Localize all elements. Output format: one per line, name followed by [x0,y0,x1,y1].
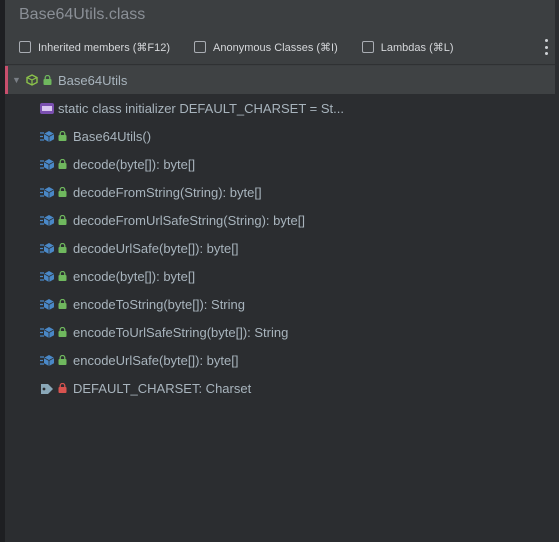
field-icon [41,383,53,394]
class-icon [26,74,38,86]
more-options-icon[interactable] [543,39,549,55]
tree-item-label: Base64Utils() [73,128,152,144]
inherited-members-checkbox[interactable] [19,41,31,53]
tree-item-label: encodeToString(byte[]): String [73,296,245,312]
tree-item-label: static class initializer DEFAULT_CHARSET… [58,100,344,116]
tree-item-label: DEFAULT_CHARSET: Charset [73,380,252,396]
method-icon [40,270,55,282]
lock-icon [58,215,67,225]
method-icon [40,242,55,254]
tree-item[interactable]: encodeToUrlSafeString(byte[]): String [5,318,555,346]
anonymous-classes-checkbox[interactable] [194,41,207,53]
tree-item-label: decode(byte[]): byte[] [73,156,196,172]
tree-item-label: decodeUrlSafe(byte[]): byte[] [73,240,239,256]
tree-item[interactable]: encodeToString(byte[]): String [5,290,555,318]
tree-item-label: decodeFromString(String): byte[] [73,184,262,200]
lock-icon [58,299,67,309]
static-initializer-icon [40,102,54,114]
popup-title-bar[interactable]: Base64Utils.class [5,0,555,30]
tree-item[interactable]: decodeUrlSafe(byte[]): byte[] [5,234,555,262]
filter-label: Anonymous Classes (⌘I) [213,41,338,54]
file-structure-popup: Base64Utils.class Inherited members (⌘F1… [4,0,555,542]
tree-item[interactable]: DEFAULT_CHARSET: Charset [5,374,555,402]
tree-item[interactable]: Base64Utils() [5,122,555,150]
tree-item[interactable]: decode(byte[]): byte[] [5,150,555,178]
lock-icon [58,355,67,365]
method-icon [40,186,55,198]
tree-item[interactable]: encodeUrlSafe(byte[]): byte[] [5,346,555,374]
lambdas-checkbox[interactable] [361,41,374,53]
popup-title: Base64Utils.class [19,6,146,23]
tree-root-label: Base64Utils [58,72,128,88]
method-icon [40,214,55,226]
tree-root-node[interactable]: ▼ Base64Utils [5,66,555,94]
lock-icon [58,327,67,337]
method-icon [40,298,55,310]
tree-item-label: encodeToUrlSafeString(byte[]): String [73,324,289,340]
tree-item[interactable]: encode(byte[]): byte[] [5,262,555,290]
lock-icon [58,271,67,281]
lock-icon [58,243,67,253]
structure-tree: ▼ Base64Utils static class initializer D… [5,66,555,542]
tree-item-label: decodeFromUrlSafeString(String): byte[] [73,212,305,228]
lock-icon [58,187,67,197]
method-icon [40,130,55,142]
tree-item[interactable]: decodeFromString(String): byte[] [5,178,555,206]
filter-label: Lambdas (⌘L) [380,41,454,54]
filter-anonymous-classes[interactable]: Anonymous Classes (⌘I) [194,41,338,54]
method-icon [40,158,55,170]
filter-bar: Inherited members (⌘F12) Anonymous Class… [5,30,555,65]
lock-icon [58,131,67,141]
tree-item-label: encode(byte[]): byte[] [73,268,196,284]
tree-item-label: encodeUrlSafe(byte[]): byte[] [73,352,239,368]
chevron-down-icon[interactable]: ▼ [12,75,22,85]
lock-icon [58,383,67,393]
lock-icon [58,159,67,169]
filter-inherited-members[interactable]: Inherited members (⌘F12) [19,41,170,54]
tree-item[interactable]: static class initializer DEFAULT_CHARSET… [5,94,555,122]
tree-item[interactable]: decodeFromUrlSafeString(String): byte[] [5,206,555,234]
method-icon [40,354,55,366]
method-icon [40,326,55,338]
lock-icon [43,75,52,85]
filter-label: Inherited members (⌘F12) [38,41,171,54]
filter-lambdas[interactable]: Lambdas (⌘L) [361,41,454,54]
